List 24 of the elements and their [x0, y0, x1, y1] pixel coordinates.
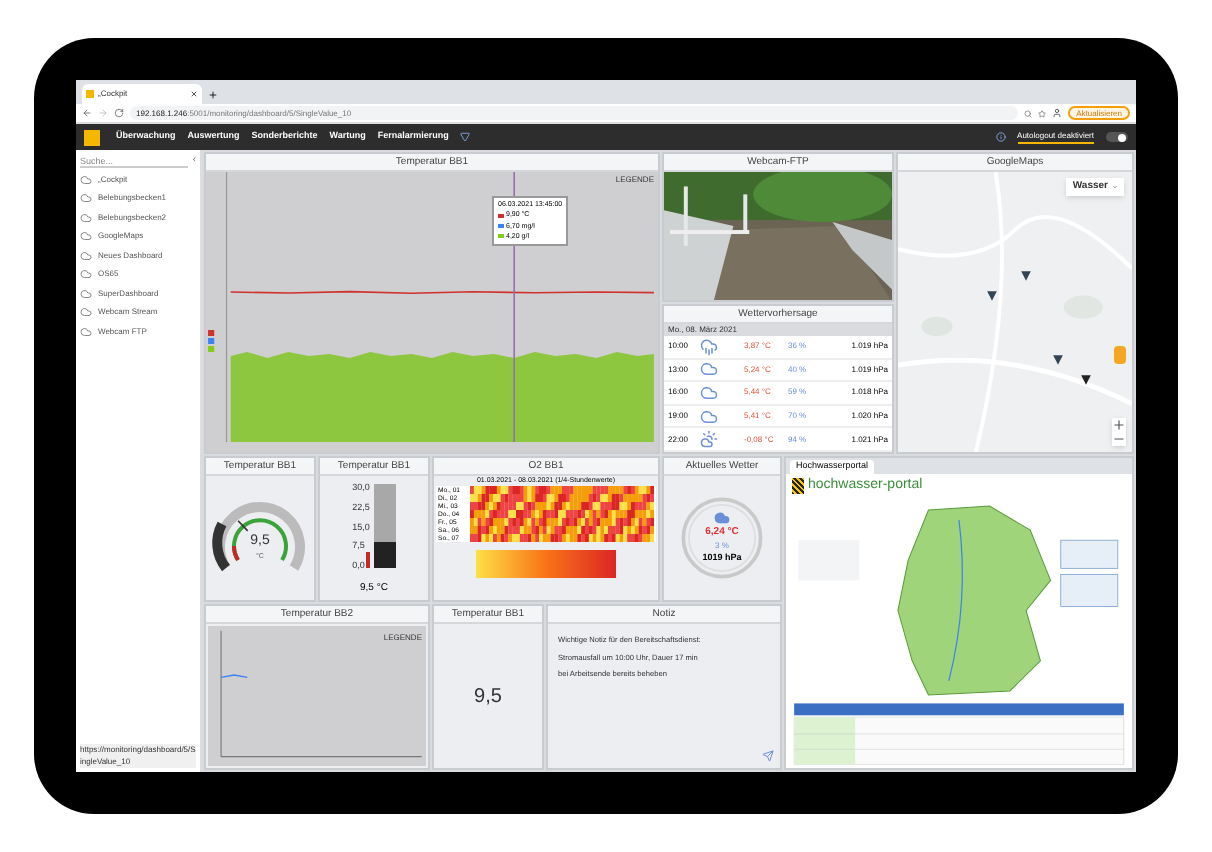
zoom-in-button[interactable] [1112, 418, 1126, 432]
single-value: 9,5 [474, 683, 502, 711]
rain-cloud-icon [700, 337, 718, 356]
map-marker-icon[interactable] [1080, 373, 1093, 386]
back-icon[interactable] [82, 108, 92, 118]
color-scale-drawing [476, 550, 616, 579]
favicon-icon [86, 90, 94, 98]
info-icon[interactable] [995, 132, 1006, 142]
map-marker-icon[interactable] [986, 289, 999, 302]
logo-icon [84, 129, 100, 145]
zoom-out-button[interactable] [1112, 432, 1126, 446]
dial-drawing [676, 492, 768, 584]
zoom-icon[interactable] [1024, 109, 1033, 117]
reload-icon[interactable] [114, 108, 124, 118]
map-marker-icon[interactable] [1019, 270, 1032, 282]
toggle-switch[interactable] [1106, 132, 1128, 142]
new-tab-icon[interactable] [208, 90, 218, 100]
cloud-icon [714, 509, 730, 526]
star-icon[interactable] [1038, 109, 1047, 117]
send-icon[interactable] [762, 750, 774, 762]
logo-icon [792, 478, 804, 495]
profile-icon[interactable] [1052, 108, 1063, 118]
sun-cloud-icon [700, 430, 718, 449]
map-marker-icon[interactable] [1052, 354, 1065, 366]
